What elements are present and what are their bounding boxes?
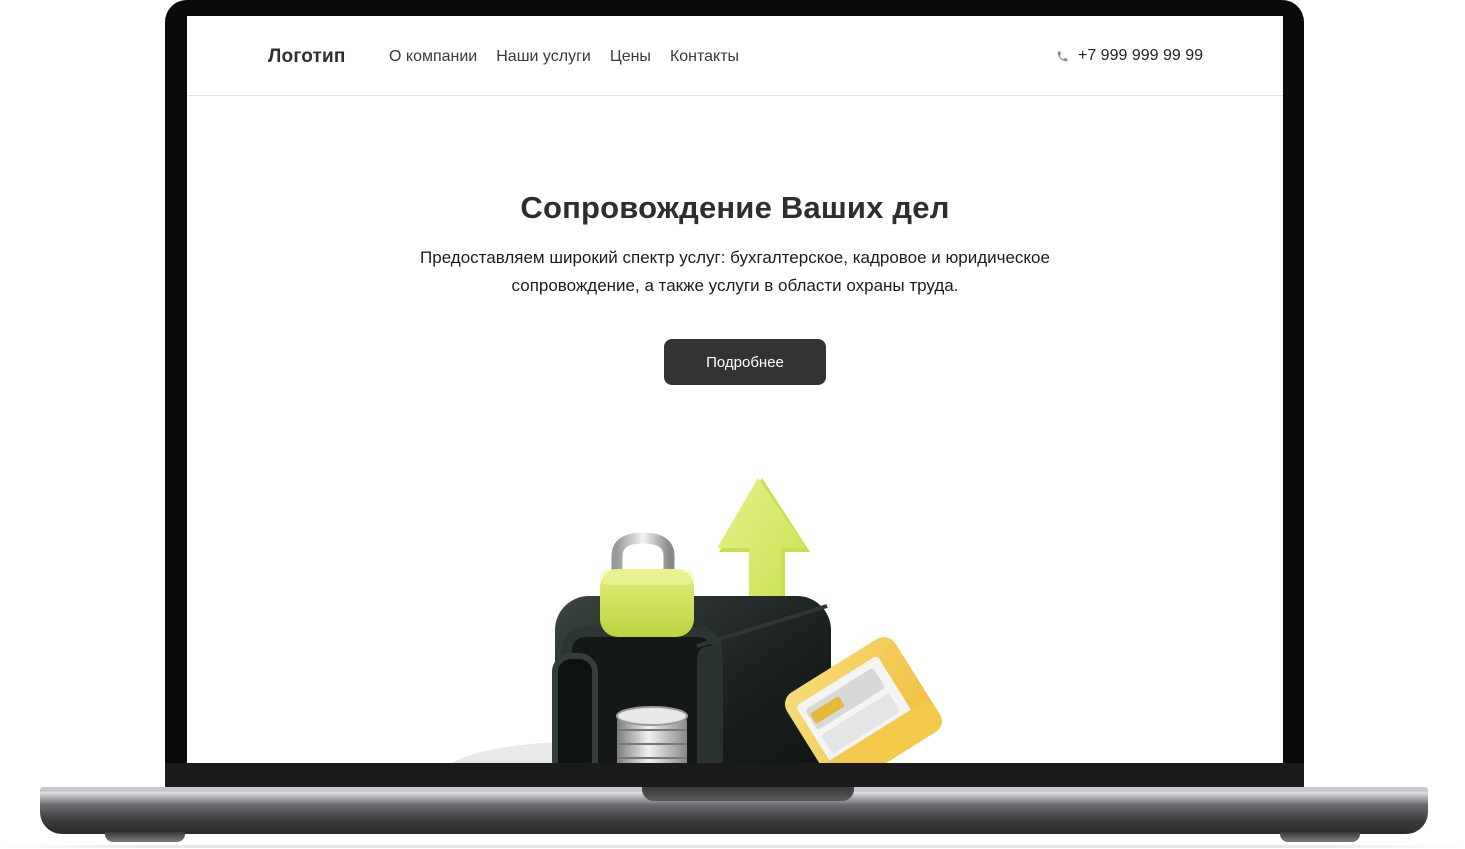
phone-icon xyxy=(1057,51,1068,61)
coins-icon xyxy=(616,706,688,763)
hero-description: Предоставляем широкий спектр услуг: бухг… xyxy=(420,248,1050,295)
laptop-shadow xyxy=(0,845,1465,848)
nav-link-prices[interactable]: Цены xyxy=(610,48,651,66)
laptop-screen: Логотип О компании Наши услуги Цены Конт… xyxy=(187,16,1283,763)
hero-title: Сопровождение Ваших дел xyxy=(520,190,950,225)
phone-link[interactable]: +7 999 999 99 99 xyxy=(1056,47,1203,65)
hero-illustration xyxy=(452,478,942,763)
nav-link-contacts[interactable]: Контакты xyxy=(670,48,739,66)
phone-number: +7 999 999 99 99 xyxy=(1077,47,1203,64)
laptop-bezel-bottom xyxy=(165,763,1304,790)
more-button[interactable]: Подробнее xyxy=(664,339,826,385)
laptop-foot-right xyxy=(1280,832,1360,842)
logo[interactable]: Логотип xyxy=(268,46,346,68)
laptop-foot-left xyxy=(105,832,185,842)
nav-link-about[interactable]: О компании xyxy=(389,48,477,66)
laptop-notch xyxy=(642,787,854,801)
lock-icon xyxy=(600,532,694,637)
main-nav: О компании Наши услуги Цены Контакты xyxy=(389,48,739,66)
nav-link-services[interactable]: Наши услуги xyxy=(496,48,591,66)
site-header: Логотип О компании Наши услуги Цены Конт… xyxy=(187,16,1283,96)
